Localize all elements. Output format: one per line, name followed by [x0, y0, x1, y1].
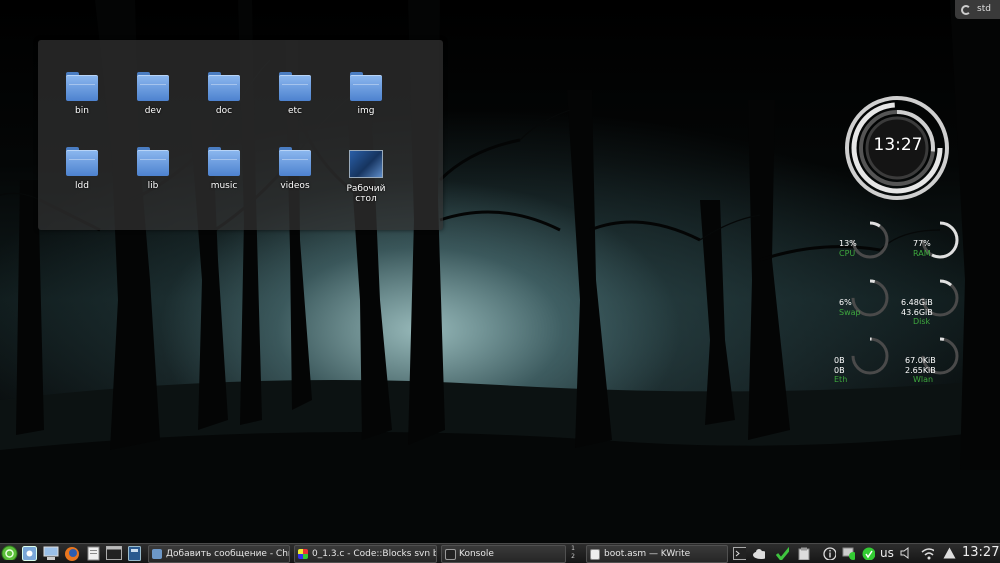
monitor-value: 43.6GiB — [901, 308, 933, 317]
task-kwrite[interactable]: boot.asm — KWrite — [586, 545, 728, 563]
monitor-label: Wlan — [913, 375, 934, 384]
network-manager-icon[interactable] — [842, 547, 855, 560]
folder-desktop[interactable]: Рабочий стол — [334, 150, 398, 204]
folder-music[interactable]: music — [192, 147, 256, 191]
keyboard-layout[interactable]: us — [880, 545, 894, 562]
activity-button[interactable]: std — [955, 0, 1000, 19]
folder-label: img — [357, 106, 375, 116]
monitor-label: CPU — [839, 249, 856, 258]
folder-doc[interactable]: doc — [192, 72, 256, 116]
folder-dev[interactable]: dev — [121, 72, 185, 116]
monitor-label: Eth — [834, 375, 848, 384]
codeblocks-icon — [298, 549, 308, 559]
chrome-launcher-icon[interactable] — [22, 546, 37, 561]
volume-icon[interactable] — [900, 547, 913, 560]
monitor-label: Swap — [839, 308, 861, 317]
konsole-icon — [445, 549, 456, 560]
monitor-value: 13% — [839, 239, 857, 248]
folder-icon — [66, 147, 98, 176]
monitor-label: Disk — [913, 317, 931, 326]
skype-icon[interactable] — [862, 547, 875, 560]
task-codeblocks[interactable]: 0_1.3.c - Code::Blocks svn bu — [294, 545, 437, 563]
folder-label: doc — [215, 106, 233, 116]
task-label: Konsole — [459, 549, 494, 559]
task-konsole[interactable]: Konsole — [441, 545, 566, 563]
folder-label: dev — [144, 106, 162, 116]
folder-label: videos — [280, 181, 310, 191]
folder-icon — [279, 72, 311, 101]
monitor-value: 6.48GiB — [901, 298, 933, 307]
terminal-tray-icon[interactable] — [733, 547, 746, 560]
monitor-value: 2.65KiB — [905, 366, 936, 375]
folder-img[interactable]: img — [334, 72, 398, 116]
folder-icon — [208, 147, 240, 176]
folder-lib[interactable]: lib — [121, 147, 185, 191]
folder-label: bin — [75, 106, 89, 116]
activity-icon — [961, 5, 971, 15]
folder-icon — [279, 147, 311, 176]
calculator-icon[interactable] — [128, 546, 141, 561]
clipboard-icon[interactable] — [798, 547, 811, 560]
folder-label: ldd — [75, 181, 89, 191]
folder-icon — [66, 72, 98, 101]
folder-etc[interactable]: etc — [263, 72, 327, 116]
pager-desktop-1[interactable]: 1 — [569, 546, 577, 552]
task-label: 0_1.3.c - Code::Blocks svn bu — [312, 549, 437, 559]
folder-ldd[interactable]: ldd — [50, 147, 114, 191]
desktop-pager[interactable]: 1 2 — [569, 546, 577, 560]
monitor-value: 67.0KiB — [905, 356, 936, 365]
monitor-value: 0B — [834, 366, 845, 375]
taskbar: Добавить сообщение - Chro 0_1.3.c - Code… — [0, 543, 1000, 563]
computer-icon[interactable] — [43, 546, 59, 561]
folder-label: etc — [287, 106, 302, 116]
clock-widget-time: 13:27 — [873, 135, 923, 155]
folder-label: music — [210, 181, 238, 191]
folder-bin[interactable]: bin — [50, 72, 114, 116]
info-icon[interactable] — [823, 547, 836, 560]
notifications-icon[interactable] — [943, 547, 956, 560]
task-chrome[interactable]: Добавить сообщение - Chro — [148, 545, 290, 563]
folder-icon — [208, 72, 240, 101]
task-label: boot.asm — KWrite — [604, 549, 691, 559]
taskbar-clock[interactable]: 13:27 — [962, 544, 999, 562]
terminal-icon[interactable] — [106, 546, 122, 561]
folder-icon — [137, 147, 169, 176]
desktop-folder-icon — [349, 150, 383, 178]
folder-videos[interactable]: videos — [263, 147, 327, 191]
kwrite-icon — [590, 549, 600, 560]
checkmark-icon[interactable] — [776, 547, 789, 560]
pager-desktop-2[interactable]: 2 — [569, 554, 577, 560]
monitor-value: 77% — [913, 239, 931, 248]
monitor-gauge-eth — [851, 337, 889, 375]
wifi-icon[interactable] — [921, 547, 934, 560]
cloud-icon[interactable] — [752, 547, 765, 560]
monitor-value: 0B — [834, 356, 845, 365]
firefox-icon[interactable] — [64, 546, 80, 561]
activity-label: std — [977, 4, 991, 14]
folder-icon — [137, 72, 169, 101]
folder-label: Рабочий стол — [346, 184, 386, 204]
folder-icon — [350, 72, 382, 101]
kde-menu-icon[interactable] — [1, 545, 18, 560]
monitor-value: 6% — [839, 298, 852, 307]
monitor-label: RAM — [913, 249, 931, 258]
task-label: Добавить сообщение - Chro — [166, 549, 290, 559]
chrome-icon — [152, 549, 162, 559]
folder-label: lib — [147, 181, 159, 191]
folder-view-widget: bin dev doc etc img ldd lib music videos… — [38, 40, 443, 230]
document-icon[interactable] — [87, 546, 101, 561]
